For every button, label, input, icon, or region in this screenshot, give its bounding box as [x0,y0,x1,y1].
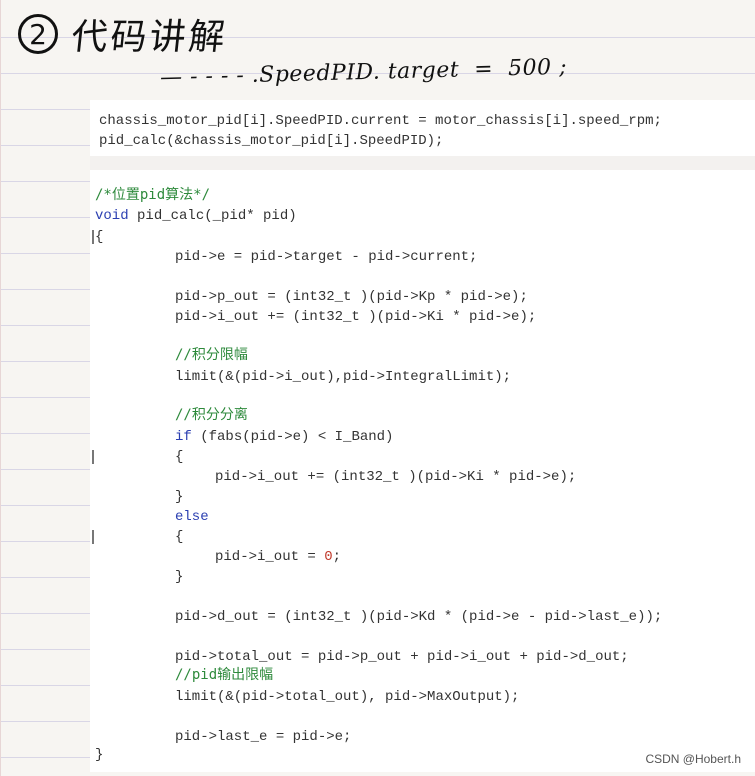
gutter-marker [92,450,94,464]
code-comment-output-limit: //pid输出限幅 [175,667,274,683]
gutter-marker [92,530,94,544]
panel-divider [90,156,755,170]
keyword-if: if [175,429,192,445]
section-heading: 2 代码讲解 [18,8,230,60]
circled-number: 2 [18,14,58,54]
code-brace-close-1: } [175,489,184,505]
code-line-limit-total: limit(&(pid->total_out), pid->MaxOutput)… [175,689,520,705]
code-line-last-e: pid->last_e = pid->e; [175,729,352,745]
code-line-d-out: pid->d_out = (int32_t )(pid->Kd * (pid->… [175,609,663,625]
code-comment-title: /*位置pid算法*/ [95,187,211,203]
code-brace-open-2: { [175,529,184,545]
gutter-marker [92,230,94,244]
code-line-i-out-inner: pid->i_out += (int32_t )(pid->Ki * pid->… [215,469,577,485]
code-line-p-out: pid->p_out = (int32_t )(pid->Kp * pid->e… [175,289,528,305]
code-comment-separate: //积分分离 [175,407,248,423]
handwritten-note: — - - - - .SpeedPID. target = 500 ; [159,54,568,91]
keyword-void: void [95,208,129,224]
code-if-line: if (fabs(pid->e) < I_Band) [175,428,393,446]
code-line-i-out: pid->i_out += (int32_t )(pid->Ki * pid->… [175,309,537,325]
code-signature: void pid_calc(_pid* pid) [95,207,297,225]
code-line-e: pid->e = pid->target - pid->current; [175,249,478,265]
zero-value: 0 [324,549,333,565]
snippet-line-1: chassis_motor_pid[i].SpeedPID.current = … [99,113,662,129]
code-brace-open-1: { [175,449,184,465]
csdn-watermark: CSDN @Hobert.h [645,752,741,766]
code-line-zero: pid->i_out = 0; [215,548,341,566]
code-comment-limit: //积分限幅 [175,347,248,363]
zero-prefix: pid->i_out = [215,549,325,565]
zero-suffix: ; [332,549,342,565]
keyword-else: else [175,509,209,525]
heading-title: 代码讲解 [69,17,230,58]
snippet-line-2: pid_calc(&chassis_motor_pid[i].SpeedPID)… [99,133,444,149]
signature-rest: pid_calc(_pid* pid) [128,208,297,224]
code-brace-close-2: } [175,569,184,585]
code-close-brace: } [95,747,104,763]
code-line-limit-i: limit(&(pid->i_out),pid->IntegralLimit); [175,369,512,385]
code-open-brace: { [95,229,104,245]
if-rest: (fabs(pid->e) < I_Band) [191,429,394,445]
page-margin-line [0,0,1,776]
code-line-total: pid->total_out = pid->p_out + pid->i_out… [175,649,629,665]
